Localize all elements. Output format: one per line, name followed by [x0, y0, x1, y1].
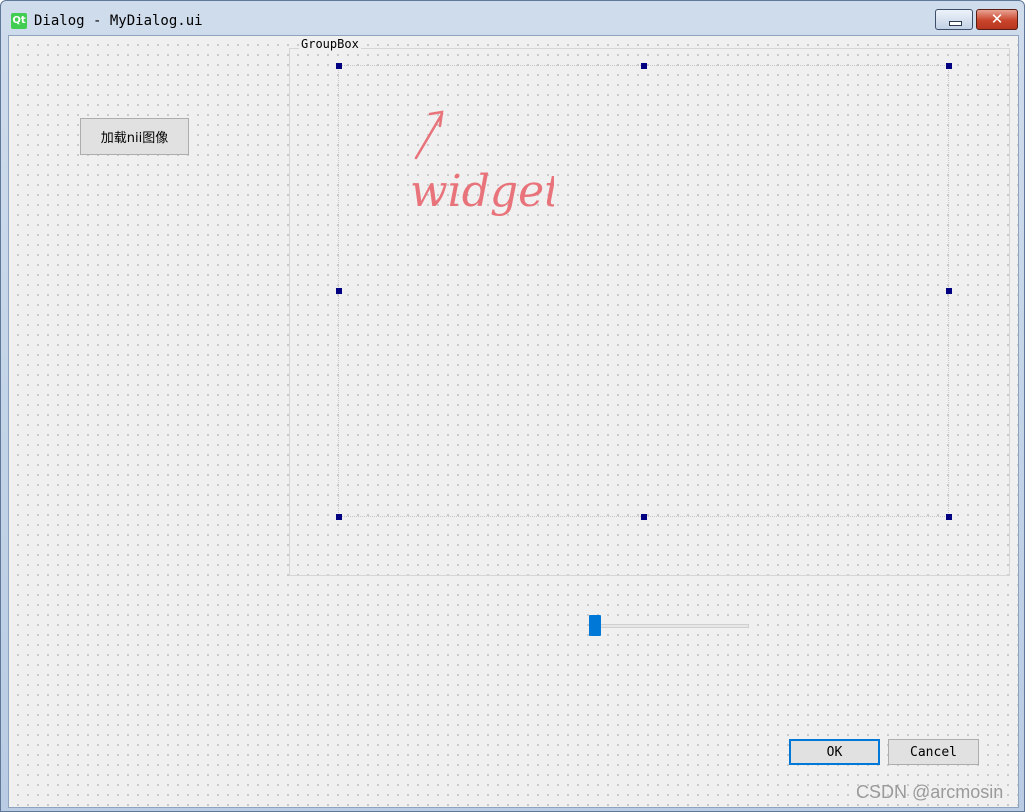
load-nii-button[interactable]: 加载nii图像	[80, 118, 189, 155]
slider-track[interactable]	[599, 624, 749, 628]
selection-handle-bottom-right[interactable]	[946, 514, 952, 520]
selection-handle-middle-left[interactable]	[336, 288, 342, 294]
selection-handle-bottom-middle[interactable]	[641, 514, 647, 520]
ok-button[interactable]: OK	[789, 739, 880, 765]
close-button[interactable]: ✕	[976, 9, 1018, 30]
title-bar[interactable]: Qt Dialog - MyDialog.ui ✕	[1, 1, 1024, 35]
handwritten-annotation: widget	[410, 110, 554, 217]
dialog-canvas: 加载nii图像 GroupBox widget OK Cancel	[8, 35, 1019, 808]
arrow-icon	[414, 110, 444, 160]
horizontal-slider[interactable]	[589, 615, 750, 637]
qt-logo-icon: Qt	[11, 13, 27, 29]
selection-handle-top-left[interactable]	[336, 63, 342, 69]
selection-handle-middle-right[interactable]	[946, 288, 952, 294]
minimize-button[interactable]	[935, 9, 973, 30]
dialog-window: Qt Dialog - MyDialog.ui ✕ 加载nii图像 GroupB…	[0, 0, 1025, 812]
watermark: CSDN @arcmosin	[856, 782, 1004, 802]
close-icon: ✕	[990, 10, 1004, 28]
selection-handle-bottom-left[interactable]	[336, 514, 342, 520]
selection-handle-top-middle[interactable]	[641, 63, 647, 69]
window-title: Dialog - MyDialog.ui	[34, 13, 203, 29]
slider-handle[interactable]	[589, 615, 601, 636]
annotation-text: widget	[410, 166, 554, 217]
selection-handle-top-right[interactable]	[946, 63, 952, 69]
groupbox-title: GroupBox	[299, 37, 361, 51]
cancel-button[interactable]: Cancel	[888, 739, 979, 765]
